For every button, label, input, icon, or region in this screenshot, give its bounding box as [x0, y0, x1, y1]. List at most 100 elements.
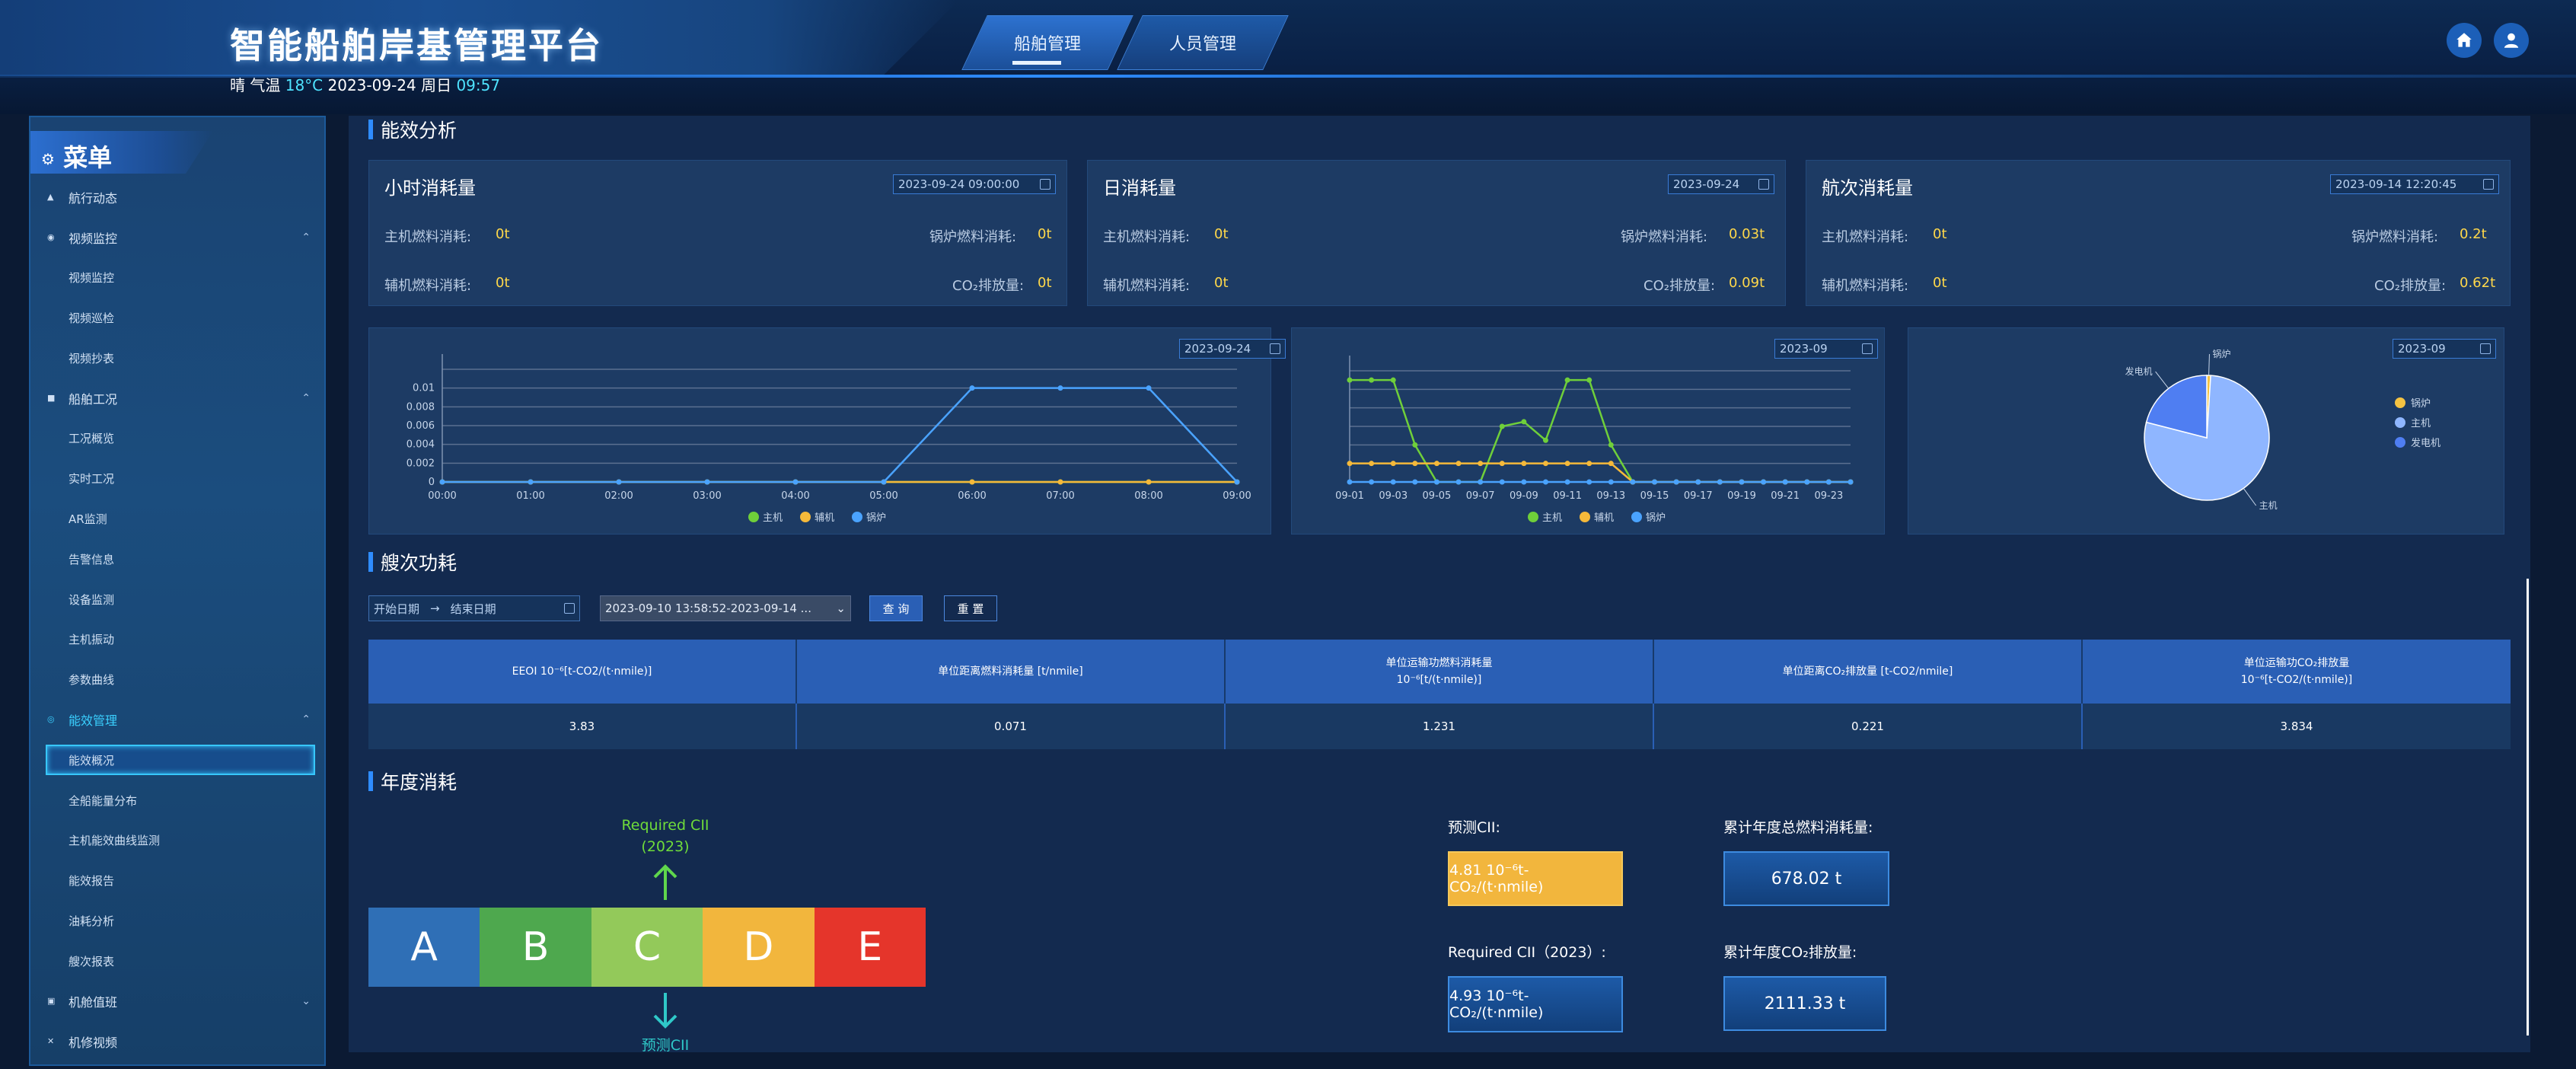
- table-cell: 0.071: [797, 704, 1226, 749]
- data-point: [1234, 479, 1240, 485]
- x-tick-label: 09-23: [1815, 490, 1844, 502]
- x-tick-label: 09-09: [1510, 490, 1538, 502]
- sidebar-subitem[interactable]: 视频巡检: [30, 298, 324, 337]
- sidebar-item-label: 实时工况: [69, 472, 115, 487]
- cii-grade-e: E: [814, 908, 926, 987]
- data-point: [439, 479, 445, 485]
- main-engine-fuel-label: 主机燃料消耗:: [384, 229, 472, 245]
- sidebar-subitem[interactable]: 工况概览: [30, 420, 324, 458]
- calendar-icon: [2483, 179, 2494, 190]
- hourly-date-picker[interactable]: 2023-09-24 09:00:00: [893, 174, 1056, 194]
- sidebar-subitem[interactable]: 参数曲线: [30, 661, 324, 699]
- aux-engine-fuel-value: 0t: [1933, 275, 1947, 291]
- pie-chart-panel: 2023-09 锅炉 主机 发电机 锅炉 主机 发电机: [1908, 327, 2504, 534]
- daily-date-picker[interactable]: 2023-09-24: [1668, 174, 1774, 194]
- cii-grade-c: C: [591, 908, 703, 987]
- sidebar-subitem[interactable]: 艘次报表: [30, 942, 324, 980]
- y-tick-label: 0.008: [406, 401, 435, 413]
- sidebar-subitem[interactable]: 实时工况: [30, 460, 324, 498]
- sidebar-subitem[interactable]: 告警信息: [30, 540, 324, 578]
- start-date-input[interactable]: 开始日期: [374, 601, 419, 617]
- y-tick-label: 0.004: [406, 439, 435, 451]
- legend-label: 辅机: [815, 512, 834, 524]
- predicted-cii-label: 预测CII:: [1448, 819, 1500, 836]
- data-point: [1608, 442, 1614, 448]
- co2-emission-value: 0.62t: [2460, 275, 2496, 291]
- weather-bar: 晴 气温 18°C 2023-09-24 周日 09:57: [230, 73, 500, 95]
- sidebar-subitem[interactable]: 主机振动: [30, 621, 324, 659]
- legend-marker: [2395, 437, 2405, 448]
- sidebar-subitem[interactable]: 全船能量分布: [30, 781, 324, 819]
- sidebar-subitem[interactable]: 油耗分析: [30, 901, 324, 940]
- sidebar-item[interactable]: ◉ 视频监控 ⌃: [30, 219, 324, 257]
- legend-marker: [800, 512, 811, 522]
- sidebar-subitem[interactable]: 视频抄表: [30, 339, 324, 377]
- voyage-select[interactable]: 2023-09-10 13:58:52-2023-09-14 ... ⌄: [600, 595, 851, 621]
- sidebar-item[interactable]: ◎ 能效管理 ⌃: [30, 700, 324, 739]
- sidebar-item-label: 主机振动: [69, 633, 115, 647]
- data-point: [1057, 479, 1063, 485]
- sidebar-item-label: 视频监控: [69, 231, 118, 246]
- sidebar-subitem[interactable]: 设备监测: [30, 580, 324, 618]
- data-point: [1521, 479, 1527, 485]
- table-header: 单位距离CO₂排放量 [t-CO2/nmile]: [1654, 640, 2083, 704]
- data-point: [1586, 479, 1592, 485]
- sidebar-subitem[interactable]: 视频监控: [30, 259, 324, 297]
- sidebar-subitem[interactable]: 主机能效曲线监测: [30, 822, 324, 860]
- data-point: [1848, 479, 1854, 485]
- data-point: [1347, 377, 1353, 383]
- main-engine-fuel-value: 0t: [496, 226, 510, 242]
- legend-marker: [1631, 512, 1642, 522]
- legend-marker: [748, 512, 759, 522]
- date-range-picker[interactable]: 开始日期 → 结束日期: [368, 595, 580, 621]
- data-point: [1369, 377, 1375, 383]
- annual-fuel-value: 678.02 t: [1723, 851, 1889, 906]
- sidebar-item-label: 视频监控: [69, 271, 115, 286]
- boiler-fuel-value: 0.03t: [1729, 226, 1765, 242]
- hourly-line-chart: 0 0.002 0.004 0.006 0.008 0.01 00:00 01:00 02:00…: [406, 354, 1251, 524]
- energy-pie-chart: 锅炉主机发电机锅炉主机发电机: [2125, 348, 2441, 511]
- menu-gear-icon: ⚙: [41, 150, 55, 168]
- table-cell: 3.834: [2083, 704, 2511, 749]
- tab-personnel-management[interactable]: 人员管理: [1117, 15, 1289, 70]
- tools-icon: ✕: [47, 1035, 55, 1046]
- pie-label: 主机: [2259, 500, 2278, 511]
- x-tick-label: 09-05: [1423, 490, 1452, 502]
- legend-label: 主机: [1542, 512, 1562, 524]
- pie-label: 发电机: [2125, 365, 2153, 377]
- sidebar-subitem[interactable]: AR监测: [30, 499, 324, 538]
- sidebar-item[interactable]: ✕ 机修视频: [30, 1023, 324, 1061]
- boiler-fuel-value: 0t: [1038, 226, 1052, 242]
- voyage-date-picker[interactable]: 2023-09-14 12:20:45: [2330, 174, 2499, 194]
- duty-icon: ▣: [47, 996, 56, 1006]
- main-engine-fuel-label: 主机燃料消耗:: [1103, 229, 1191, 245]
- legend-label: 主机: [2411, 418, 2431, 429]
- user-button[interactable]: [2494, 23, 2529, 58]
- scrollbar[interactable]: [2527, 579, 2529, 1035]
- query-button[interactable]: 查 询: [869, 595, 923, 621]
- sidebar-item[interactable]: ▣ 机舱值班 ⌄: [30, 982, 324, 1020]
- data-point: [1369, 479, 1375, 485]
- reset-button[interactable]: 重 置: [944, 595, 997, 621]
- sidebar-item[interactable]: ■ 船舶工况 ⌃: [30, 379, 324, 417]
- aux-engine-fuel-label: 辅机燃料消耗:: [1822, 278, 1909, 294]
- data-point: [1608, 479, 1614, 485]
- sidebar-subitem[interactable]: 能效报告: [30, 862, 324, 900]
- table-header: EEOI 10⁻⁶[t-CO2/(t·nmile)]: [368, 640, 797, 704]
- sidebar-item[interactable]: ▲ 航行动态: [30, 178, 324, 216]
- co2-emission-label: CO₂排放量:: [1643, 278, 1716, 294]
- end-date-input[interactable]: 结束日期: [451, 601, 496, 617]
- chevron-up-icon: ⌃: [301, 231, 311, 244]
- data-point: [528, 479, 534, 485]
- home-button[interactable]: [2447, 23, 2482, 58]
- x-tick-label: 09-21: [1771, 490, 1800, 502]
- hourly-consumption-card: 小时消耗量 2023-09-24 09:00:00 主机燃料消耗: 0t 锅炉燃…: [368, 160, 1067, 306]
- boiler-fuel-value: 0.2t: [2460, 226, 2487, 242]
- series-line-0: [1350, 378, 1851, 483]
- x-tick-label: 09-07: [1466, 490, 1495, 502]
- series-line-1: [1350, 462, 1851, 483]
- calendar-icon: [1758, 179, 1769, 190]
- data-point: [1499, 479, 1505, 485]
- sidebar-subitem[interactable]: 能效概况: [46, 745, 315, 776]
- voyage-consumption-card: 航次消耗量 2023-09-14 12:20:45 主机燃料消耗: 0t 锅炉燃…: [1806, 160, 2511, 306]
